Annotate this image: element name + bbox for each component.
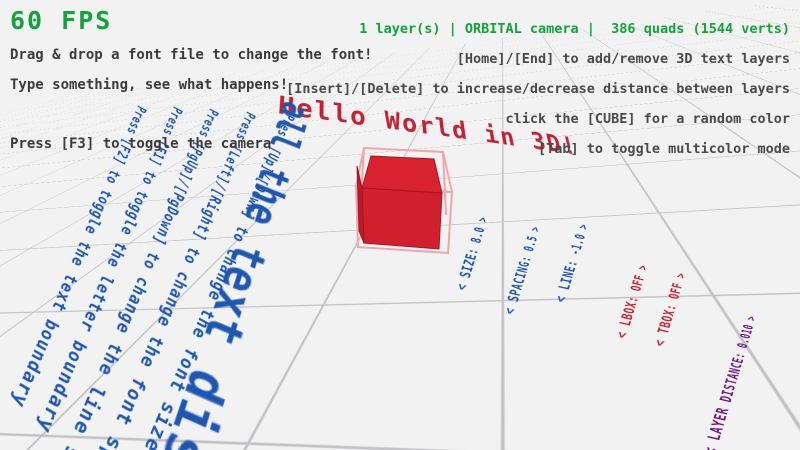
hud-layer-distance-hint: [Insert]/[Delete] to increase/decrease d… [286, 82, 790, 97]
font-demo-viewport[interactable]: Hello World in 3D! all the text displaye… [0, 0, 800, 450]
hud-right-panel: 1 layer(s) | ORBITAL camera | 386 quads … [286, 7, 790, 172]
fps-counter: 60 FPS [10, 6, 112, 35]
status-line: 1 layer(s) | ORBITAL camera | 386 quads … [286, 22, 790, 37]
hud-layers-hint: [Home]/[End] to add/remove 3D text layer… [286, 52, 790, 67]
hud-cube-hint: click the [CUBE] for a random color [286, 112, 790, 127]
hud-multicolor-hint: [Tab] to toggle multicolor mode [286, 142, 790, 157]
